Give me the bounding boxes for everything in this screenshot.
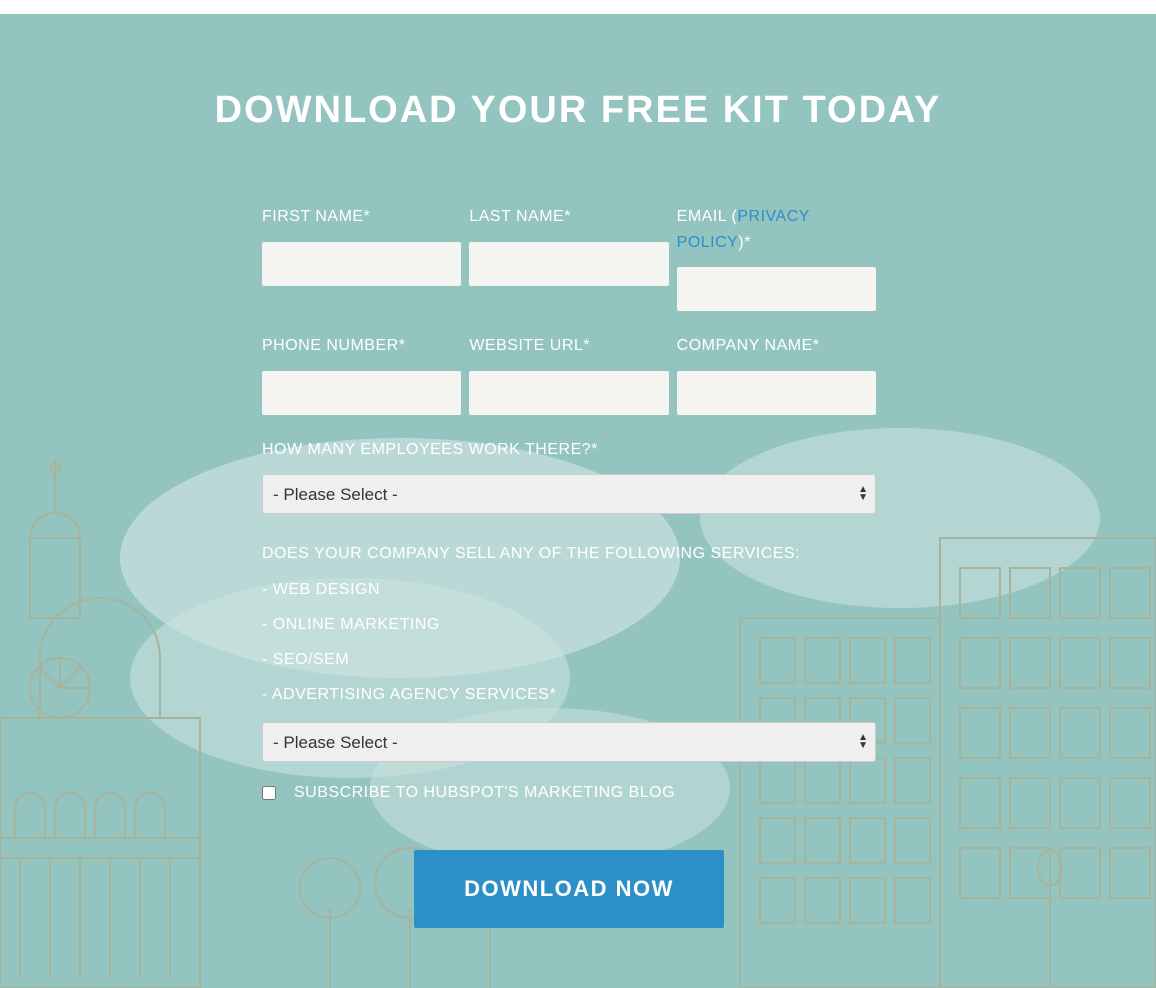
employees-label: HOW MANY EMPLOYEES WORK THERE?* bbox=[262, 437, 876, 463]
phone-input[interactable] bbox=[262, 371, 461, 415]
employees-field: HOW MANY EMPLOYEES WORK THERE?* - Please… bbox=[262, 437, 876, 515]
services-select-wrap: - Please Select - ▲▼ bbox=[262, 722, 876, 762]
email-field: EMAIL (PRIVACY POLICY)* bbox=[677, 204, 876, 311]
services-label: DOES YOUR COMPANY SELL ANY OF THE FOLLOW… bbox=[262, 536, 876, 712]
services-label-line4: - SEO/SEM bbox=[262, 642, 876, 677]
services-select[interactable]: - Please Select - bbox=[262, 722, 876, 762]
website-label: WEBSITE URL* bbox=[469, 333, 668, 359]
first-name-field: FIRST NAME* bbox=[262, 204, 461, 311]
email-input[interactable] bbox=[677, 267, 876, 311]
phone-label: PHONE NUMBER* bbox=[262, 333, 461, 359]
content-container: DOWNLOAD YOUR FREE KIT TODAY FIRST NAME*… bbox=[0, 89, 1156, 928]
last-name-field: LAST NAME* bbox=[469, 204, 668, 311]
phone-field: PHONE NUMBER* bbox=[262, 333, 461, 415]
employees-select-wrap: - Please Select - ▲▼ bbox=[262, 474, 876, 514]
first-name-label: FIRST NAME* bbox=[262, 204, 461, 230]
employees-select[interactable]: - Please Select - bbox=[262, 474, 876, 514]
page-title: DOWNLOAD YOUR FREE KIT TODAY bbox=[0, 89, 1156, 132]
services-label-line1: DOES YOUR COMPANY SELL ANY OF THE FOLLOW… bbox=[262, 536, 876, 571]
company-input[interactable] bbox=[677, 371, 876, 415]
subscribe-row: SUBSCRIBE TO HUBSPOT'S MARKETING BLOG bbox=[262, 784, 876, 802]
email-label-after: )* bbox=[738, 234, 751, 251]
email-label: EMAIL (PRIVACY POLICY)* bbox=[677, 204, 876, 255]
lead-form: FIRST NAME* LAST NAME* EMAIL (PRIVACY PO… bbox=[262, 204, 876, 928]
services-label-line3: - ONLINE MARKETING bbox=[262, 607, 876, 642]
download-now-button[interactable]: DOWNLOAD NOW bbox=[414, 850, 724, 928]
top-gap bbox=[0, 0, 1156, 14]
website-field: WEBSITE URL* bbox=[469, 333, 668, 415]
email-label-before: EMAIL ( bbox=[677, 208, 738, 225]
last-name-label: LAST NAME* bbox=[469, 204, 668, 230]
services-label-line5: - ADVERTISING AGENCY SERVICES* bbox=[262, 677, 876, 712]
phone-website-company-row: PHONE NUMBER* WEBSITE URL* COMPANY NAME* bbox=[262, 333, 876, 415]
website-input[interactable] bbox=[469, 371, 668, 415]
subscribe-label: SUBSCRIBE TO HUBSPOT'S MARKETING BLOG bbox=[294, 784, 675, 802]
company-field: COMPANY NAME* bbox=[677, 333, 876, 415]
services-field: DOES YOUR COMPANY SELL ANY OF THE FOLLOW… bbox=[262, 536, 876, 762]
services-label-line2: - WEB DESIGN bbox=[262, 572, 876, 607]
name-email-row: FIRST NAME* LAST NAME* EMAIL (PRIVACY PO… bbox=[262, 204, 876, 311]
subscribe-checkbox[interactable] bbox=[262, 786, 276, 800]
first-name-input[interactable] bbox=[262, 242, 461, 286]
hero-section: DOWNLOAD YOUR FREE KIT TODAY FIRST NAME*… bbox=[0, 14, 1156, 988]
last-name-input[interactable] bbox=[469, 242, 668, 286]
company-label: COMPANY NAME* bbox=[677, 333, 876, 359]
